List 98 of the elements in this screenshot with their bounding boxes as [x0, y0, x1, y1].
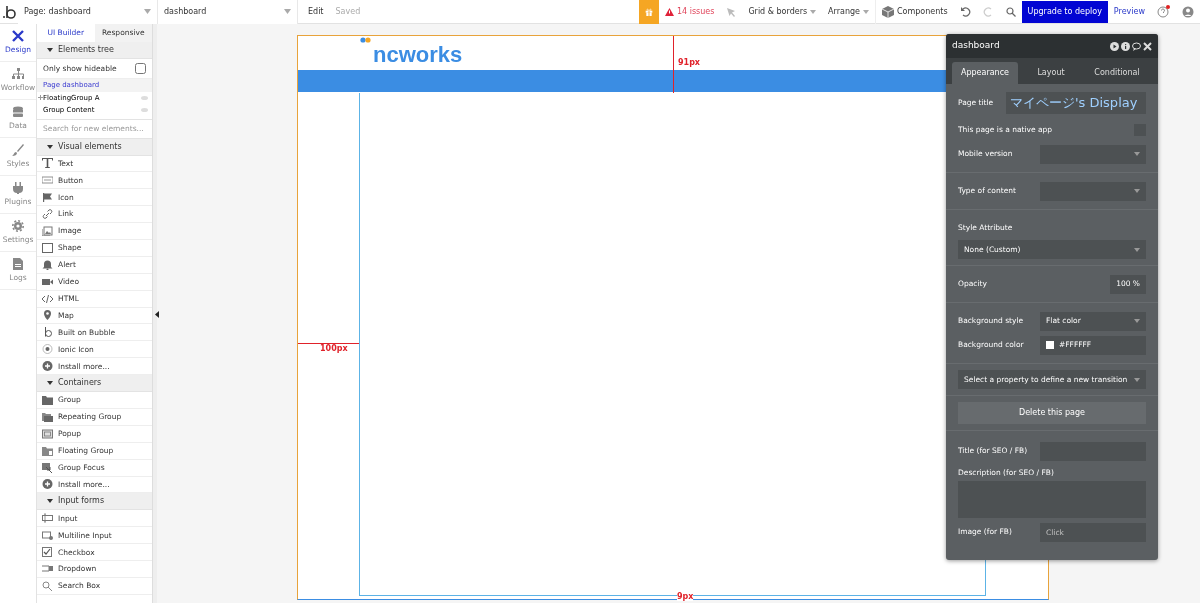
components-button[interactable]: Components [875, 0, 954, 24]
button-icon [42, 175, 53, 186]
folders-icon [42, 411, 53, 422]
shape-icon [42, 242, 53, 253]
redo-icon [982, 6, 994, 17]
code-icon [42, 293, 53, 304]
eye-icon [141, 108, 148, 113]
grid-borders-menu[interactable]: Grid & borders [742, 0, 823, 24]
preview-link[interactable]: Preview [1107, 0, 1151, 24]
user-icon [1182, 5, 1194, 18]
b-logo-icon [42, 327, 53, 338]
link-icon [42, 209, 53, 220]
flag-icon [42, 192, 53, 203]
search-icon [1005, 6, 1016, 17]
info-button[interactable] [1121, 41, 1130, 51]
tree-header[interactable]: Elements tree [37, 42, 152, 59]
gear-icon [12, 219, 24, 232]
arrange-menu[interactable]: Arrange [822, 0, 875, 24]
cursor-icon [726, 6, 737, 17]
target-icon [42, 344, 53, 355]
issues-button[interactable]: 14 issues [658, 0, 721, 24]
comment-button[interactable] [1132, 41, 1141, 51]
play-icon [1110, 41, 1119, 51]
dropdown-icon [42, 564, 53, 575]
undo-icon [959, 6, 971, 17]
caret-icon [144, 9, 151, 14]
element-dropdown[interactable]: dashboard [158, 0, 298, 24]
editor-title: dashboard [952, 39, 1000, 53]
page-dropdown[interactable]: Page: dashboard [18, 0, 158, 24]
section-title: Visual elements [58, 140, 122, 153]
plug-icon [12, 181, 24, 194]
eye-icon [141, 95, 148, 100]
checkbox-icon [42, 547, 53, 558]
folder-icon [42, 445, 53, 456]
image-icon [42, 226, 53, 236]
collapse-caret-icon [47, 381, 53, 386]
folder-icon [42, 395, 53, 405]
editor-tab[interactable]: Conditional [1084, 62, 1150, 84]
plus-circle-icon [42, 479, 53, 490]
save-status: Saved [334, 5, 362, 18]
brush-icon [12, 143, 24, 156]
document-icon [12, 257, 24, 270]
logo-text: ncworks [373, 40, 463, 69]
guide-label: 9px [677, 593, 694, 601]
info-icon [1121, 41, 1130, 51]
expand-icon[interactable] [38, 95, 43, 101]
bubble-logo-icon [2, 4, 16, 19]
text-icon [42, 158, 53, 169]
caret-icon [1134, 152, 1140, 156]
plus-circle-icon [42, 361, 53, 372]
guide-label: 100px [320, 345, 348, 353]
caret-icon [863, 9, 869, 14]
text-field[interactable]: マイページ's Display [1006, 92, 1146, 114]
comment-icon [1132, 41, 1141, 51]
focus-icon [42, 462, 53, 473]
collapse-caret-icon [47, 499, 53, 504]
upgrade-button[interactable]: Upgrade to deploy [1021, 0, 1108, 23]
warning-icon [664, 7, 674, 16]
category-header[interactable]: Input forms [37, 493, 152, 511]
section-title: Input forms [58, 495, 105, 508]
edit-button[interactable]: Edit [298, 0, 330, 24]
caret-icon [810, 9, 817, 14]
section-title: Containers [58, 377, 102, 390]
window-icon [42, 428, 53, 439]
database-icon [12, 105, 24, 118]
collapse-arrow-icon [155, 311, 159, 318]
cube-icon [882, 5, 894, 18]
tools-icon [12, 29, 24, 42]
editor-tab[interactable]: Layout [1018, 62, 1084, 84]
help-icon [1157, 5, 1170, 18]
guide-line [298, 343, 359, 344]
gift-button[interactable] [638, 0, 659, 24]
collapse-caret-icon [47, 48, 53, 52]
editor-tab[interactable]: Appearance [952, 62, 1018, 84]
play-button[interactable] [1110, 41, 1119, 51]
close-icon [1143, 41, 1152, 51]
search-icon [42, 580, 53, 591]
close-button[interactable] [1143, 41, 1152, 51]
caret-icon [284, 9, 291, 14]
gift-icon [644, 5, 653, 18]
guide-label: 91px [678, 59, 701, 67]
caret-icon [1134, 189, 1140, 193]
video-icon [42, 276, 53, 287]
caret-icon [1134, 377, 1140, 382]
input-icon [42, 513, 53, 524]
caret-icon [1134, 319, 1140, 323]
hierarchy-icon [12, 67, 24, 80]
multiline-icon [42, 530, 53, 541]
caret-icon [1134, 247, 1140, 252]
collapse-caret-icon [47, 144, 53, 149]
logo-dots-icon [360, 37, 371, 43]
delete-button[interactable]: Delete this page [958, 402, 1146, 424]
bell-icon [42, 259, 53, 270]
section-title: Elements tree [58, 44, 114, 56]
guide-line [673, 36, 674, 93]
checkbox[interactable] [135, 63, 146, 74]
category-header[interactable]: Containers [37, 375, 152, 393]
pin-icon [42, 310, 53, 321]
